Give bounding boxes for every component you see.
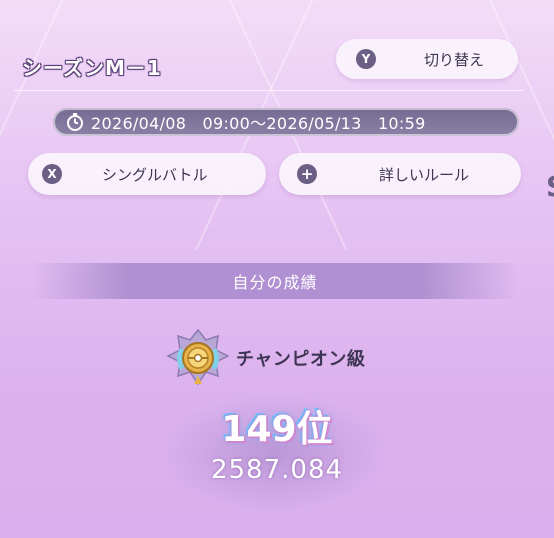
- stopwatch-icon: [67, 113, 83, 131]
- rank-tier-name: チャンピオン級: [236, 349, 366, 370]
- season-title: シーズンM－1: [22, 56, 162, 80]
- detailed-rules-label: 詳しいルール: [379, 165, 470, 184]
- rating-value: 2587.084: [210, 455, 344, 485]
- rank-tier: チャンピオン級: [166, 328, 365, 388]
- switch-button[interactable]: Y 切り替え: [336, 39, 518, 79]
- offscreen-text-fragment: S: [546, 170, 554, 210]
- y-button-icon: Y: [356, 49, 376, 69]
- plus-button-icon: +: [297, 164, 317, 184]
- season-period-text: 2026/04/08 09:00～2026/05/13 10:59: [91, 114, 426, 133]
- header-divider: [14, 90, 524, 91]
- season-period-bar: 2026/04/08 09:00～2026/05/13 10:59: [53, 108, 519, 136]
- ranking-position: 149位: [221, 409, 333, 450]
- single-battle-button[interactable]: X シングルバトル: [28, 153, 266, 195]
- single-battle-label: シングルバトル: [102, 165, 208, 184]
- champion-rank-emblem-icon: [166, 328, 230, 386]
- my-results-header: 自分の成績: [30, 263, 520, 299]
- detailed-rules-button[interactable]: + 詳しいルール: [279, 153, 521, 195]
- x-button-icon: X: [42, 164, 62, 184]
- switch-button-label: 切り替え: [424, 50, 485, 69]
